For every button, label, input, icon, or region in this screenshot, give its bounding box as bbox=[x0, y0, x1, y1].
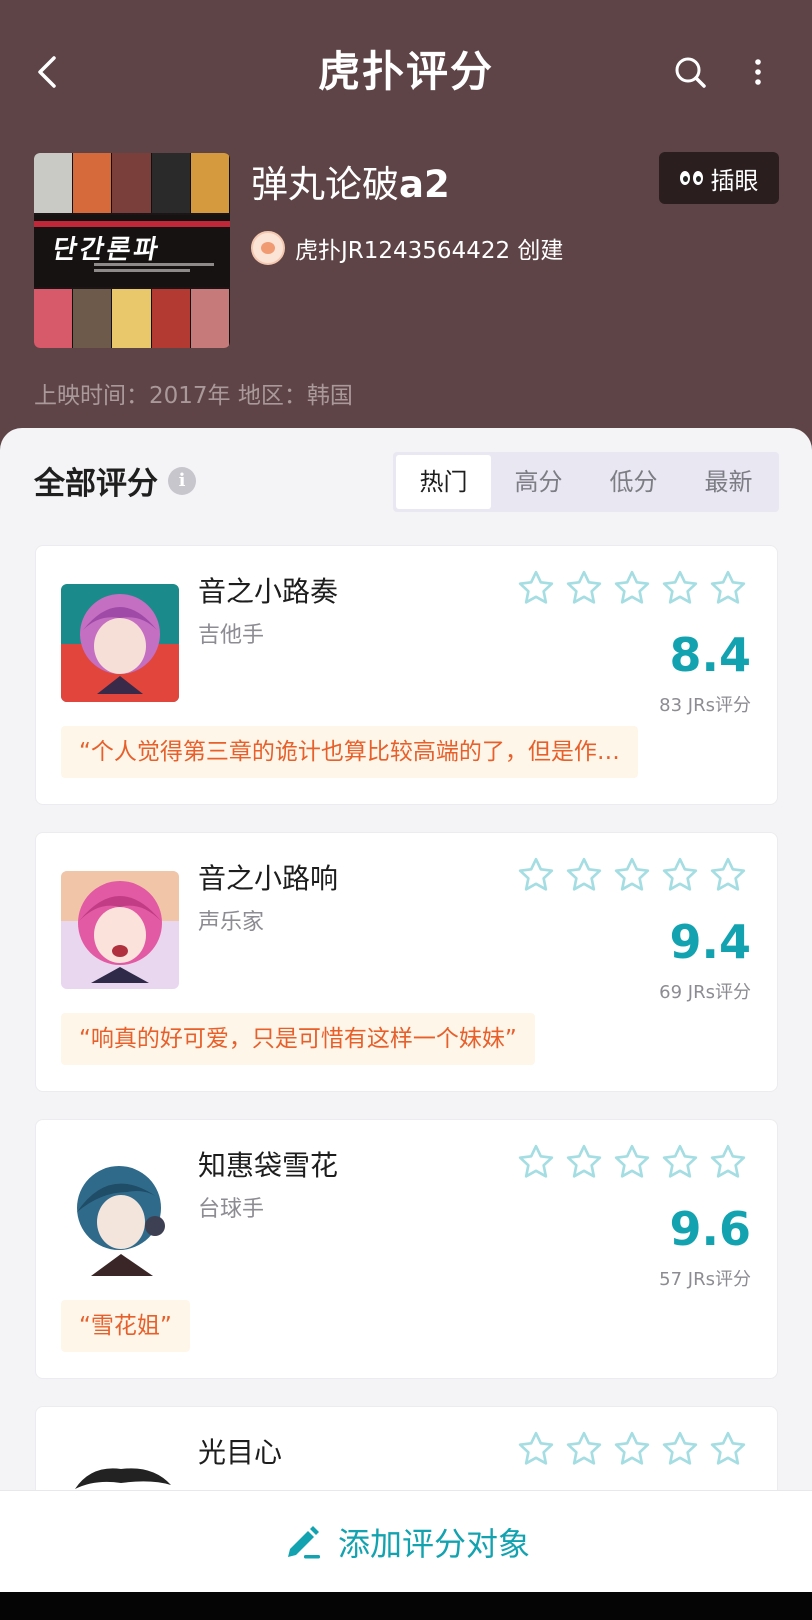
add-rating-object-button[interactable]: 添加评分对象 bbox=[0, 1490, 812, 1592]
star-rating[interactable] bbox=[516, 1429, 748, 1469]
top-bar: 虎扑评分 bbox=[0, 30, 812, 114]
star-icon[interactable] bbox=[708, 1429, 748, 1469]
poster-image: 단간론파 bbox=[34, 153, 230, 348]
character-role: 声乐家 bbox=[198, 910, 265, 935]
character-name: 音之小路响 bbox=[198, 862, 339, 895]
star-icon[interactable] bbox=[708, 1142, 748, 1182]
info-icon[interactable]: i bbox=[168, 466, 196, 495]
vote-count: 57 JRs评分 bbox=[659, 1269, 751, 1290]
creator-text: 虎扑JR1243564422 创建 bbox=[295, 238, 564, 264]
star-icon[interactable] bbox=[516, 1142, 556, 1182]
tab-low-score[interactable]: 低分 bbox=[586, 455, 681, 509]
section-title: 全部评分 bbox=[34, 466, 158, 502]
star-rating[interactable] bbox=[516, 1142, 748, 1182]
object-title-main: 弹丸论破 bbox=[251, 163, 399, 206]
vote-count: 83 JRs评分 bbox=[659, 695, 751, 716]
character-avatar bbox=[61, 1158, 179, 1276]
character-name: 音之小路奏 bbox=[198, 575, 339, 608]
watch-button[interactable]: 插眼 bbox=[659, 152, 779, 204]
star-icon[interactable] bbox=[516, 568, 556, 608]
star-icon[interactable] bbox=[564, 568, 604, 608]
star-rating[interactable] bbox=[516, 568, 748, 608]
top-comment[interactable]: “个人觉得第三章的诡计也算比较高端的了，但是作… bbox=[61, 726, 638, 778]
top-comment[interactable]: “响真的好可爱，只是可惜有这样一个妹妹” bbox=[61, 1013, 535, 1065]
more-menu-icon[interactable] bbox=[744, 50, 772, 94]
star-icon[interactable] bbox=[708, 568, 748, 608]
star-rating[interactable] bbox=[516, 855, 748, 895]
object-title: 弹丸论破a2 bbox=[251, 154, 450, 208]
release-meta: 上映时间：2017年 地区：韩国 bbox=[34, 383, 353, 409]
star-icon[interactable] bbox=[660, 1142, 700, 1182]
top-comment[interactable]: “雪花姐” bbox=[61, 1300, 190, 1352]
add-rating-object-label: 添加评分对象 bbox=[337, 1524, 530, 1563]
rating-card[interactable]: 音之小路响 声乐家 9.4 69 JRs评分 “响真的好可爱，只是可惜有这样一个… bbox=[35, 832, 778, 1092]
character-name: 知惠袋雪花 bbox=[198, 1149, 339, 1182]
character-avatar bbox=[61, 871, 179, 989]
app-title-text: 虎扑评分 bbox=[317, 47, 494, 96]
sort-tabs: 热门 高分 低分 最新 bbox=[393, 452, 779, 512]
app-screen: 虎扑评分 단간론파 弹丸论破a2 插眼 虎扑JR1243564422 创建 上映… bbox=[0, 0, 812, 1620]
star-icon[interactable] bbox=[612, 568, 652, 608]
average-score: 9.4 bbox=[669, 915, 752, 969]
tab-hot[interactable]: 热门 bbox=[396, 455, 491, 509]
star-icon[interactable] bbox=[660, 568, 700, 608]
character-role: 吉他手 bbox=[198, 623, 265, 648]
header-hero: 虎扑评分 단간론파 弹丸论破a2 插眼 虎扑JR1243564422 创建 上映… bbox=[0, 0, 812, 470]
creator-avatar bbox=[251, 231, 285, 265]
rating-card[interactable]: 知惠袋雪花 台球手 9.6 57 JRs评分 “雪花姐” bbox=[35, 1119, 778, 1379]
star-icon[interactable] bbox=[660, 1429, 700, 1469]
star-icon[interactable] bbox=[612, 1142, 652, 1182]
eyes-icon bbox=[679, 171, 703, 185]
star-icon[interactable] bbox=[564, 855, 604, 895]
ratings-sheet: 全部评分 i 热门 高分 低分 最新 音之小路奏 吉他手 8.4 83 JRs评… bbox=[0, 428, 812, 1620]
star-icon[interactable] bbox=[564, 1429, 604, 1469]
edit-pen-icon bbox=[282, 1519, 324, 1565]
character-role: 台球手 bbox=[198, 1197, 265, 1222]
character-avatar bbox=[61, 584, 179, 702]
search-icon[interactable] bbox=[670, 50, 710, 94]
star-icon[interactable] bbox=[612, 1429, 652, 1469]
system-nav-bar bbox=[0, 1592, 812, 1620]
character-name: 光目心 bbox=[198, 1436, 283, 1469]
tab-latest[interactable]: 最新 bbox=[681, 455, 776, 509]
star-icon[interactable] bbox=[516, 855, 556, 895]
star-icon[interactable] bbox=[660, 855, 700, 895]
watch-button-label: 插眼 bbox=[710, 166, 759, 195]
vote-count: 69 JRs评分 bbox=[659, 982, 751, 1003]
object-title-suffix: a2 bbox=[399, 163, 450, 206]
rating-card[interactable]: 音之小路奏 吉他手 8.4 83 JRs评分 “个人觉得第三章的诡计也算比较高端… bbox=[35, 545, 778, 805]
average-score: 9.6 bbox=[669, 1202, 752, 1256]
average-score: 8.4 bbox=[669, 628, 752, 682]
creator-info[interactable]: 虎扑JR1243564422 创建 bbox=[251, 231, 563, 265]
star-icon[interactable] bbox=[564, 1142, 604, 1182]
star-icon[interactable] bbox=[708, 855, 748, 895]
tab-high-score[interactable]: 高分 bbox=[491, 455, 586, 509]
star-icon[interactable] bbox=[612, 855, 652, 895]
star-icon[interactable] bbox=[516, 1429, 556, 1469]
section-header: 全部评分 i bbox=[34, 458, 196, 503]
